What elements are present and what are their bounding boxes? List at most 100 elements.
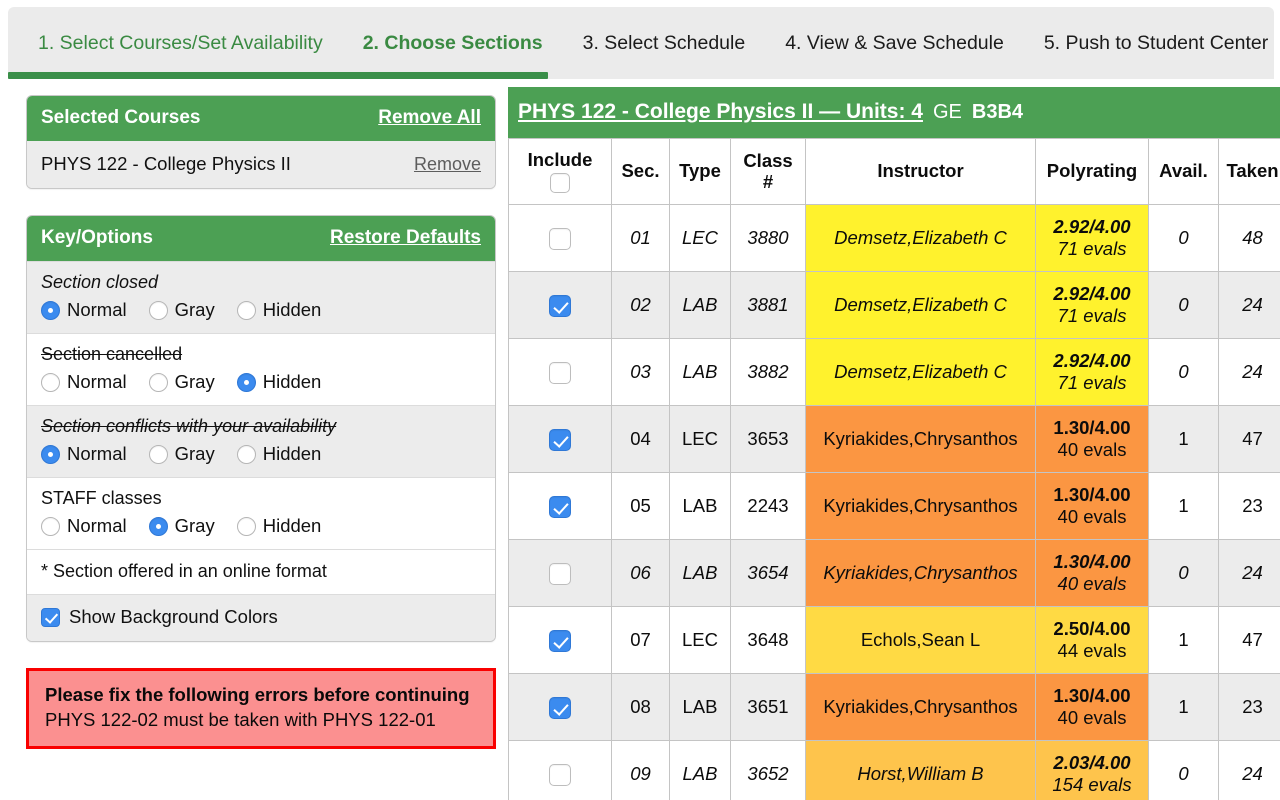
polyrating-score: 1.30/4.00 (1053, 685, 1131, 707)
radio-section-cancelled-normal[interactable]: Normal (41, 371, 127, 393)
polyrating-score: 2.50/4.00 (1053, 618, 1131, 640)
wizard-tab-bar: 1. Select Courses/Set Availability 2. Ch… (8, 7, 1274, 79)
radio-section-closed-normal[interactable]: Normal (41, 299, 127, 321)
cell-include (508, 472, 612, 540)
cell-type: LEC (669, 606, 731, 674)
cell-taken: 24 (1218, 338, 1280, 406)
radio-dot-icon (236, 300, 256, 320)
include-section-checkbox[interactable] (549, 562, 571, 585)
radio-staff-gray[interactable]: Gray (148, 515, 215, 537)
cell-polyrating: 2.92/4.00 71 evals (1035, 271, 1149, 339)
include-section-checkbox[interactable] (549, 227, 571, 250)
cell-avail: 1 (1148, 673, 1219, 741)
radio-dot-icon (41, 372, 60, 392)
radio-group: Normal Gray Hidden (41, 443, 481, 465)
include-section-checkbox[interactable] (549, 696, 571, 719)
column-header-type: Type (669, 138, 731, 205)
cell-avail: 0 (1148, 740, 1219, 800)
course-title-link[interactable]: PHYS 122 - College Physics II — Units: 4 (518, 100, 923, 124)
sections-table: Include Sec. Type Class # Instructor Pol… (508, 138, 1280, 800)
radio-section-conflicts-gray[interactable]: Gray (148, 443, 215, 465)
cell-instructor: Demsetz,Elizabeth C (805, 204, 1036, 272)
tab-select-courses[interactable]: 1. Select Courses/Set Availability (18, 13, 343, 73)
cell-type: LAB (669, 539, 731, 607)
radio-section-conflicts-hidden[interactable]: Hidden (236, 443, 321, 465)
option-group-label: Section closed (41, 272, 159, 292)
key-options-header: Key/Options Restore Defaults (27, 216, 495, 261)
cell-taken: 23 (1218, 673, 1280, 741)
column-header-taken: Taken (1218, 138, 1280, 205)
table-row: 07 LEC 3648 Echols,Sean L 2.50/4.00 44 evals 1… (508, 606, 1280, 674)
cell-taken: 23 (1218, 472, 1280, 540)
radio-dot-icon (41, 516, 60, 536)
include-section-checkbox[interactable] (549, 294, 571, 317)
error-panel: Please fix the following errors before c… (26, 668, 496, 750)
cell-instructor: Kyriakides,Chrysanthos (805, 539, 1036, 607)
table-row: 06 LAB 3654 Kyriakides,Chrysanthos 1.30/4.00… (508, 539, 1280, 607)
show-background-colors-row[interactable]: Show Background Colors (27, 594, 495, 641)
cell-instructor: Kyriakides,Chrysanthos (805, 673, 1036, 741)
polyrating-score: 1.30/4.00 (1053, 551, 1131, 573)
radio-dot-icon (148, 300, 168, 320)
column-header-include-label: Include (527, 148, 593, 170)
course-panel-header: PHYS 122 - College Physics II — Units: 4… (508, 87, 1280, 138)
cell-avail: 0 (1148, 204, 1219, 272)
cell-avail: 1 (1148, 472, 1219, 540)
cell-avail: 1 (1148, 405, 1219, 473)
cell-instructor: Demsetz,Elizabeth C (805, 338, 1036, 406)
sections-table-head: Include Sec. Type Class # Instructor Pol… (508, 138, 1280, 205)
checkbox-icon (41, 607, 60, 627)
radio-group: Normal Gray Hidden (41, 299, 481, 321)
tab-view-save-schedule[interactable]: 4. View & Save Schedule (765, 13, 1024, 73)
option-group-section-conflicts: Section conflicts with your availability… (27, 405, 495, 477)
radio-section-closed-gray[interactable]: Gray (148, 299, 215, 321)
cell-include (508, 606, 612, 674)
cell-avail: 1 (1148, 606, 1219, 674)
error-message: PHYS 122-02 must be taken with PHYS 122-… (45, 709, 436, 731)
tab-push-student-center[interactable]: 5. Push to Student Center (1024, 13, 1280, 73)
include-section-checkbox[interactable] (549, 428, 571, 451)
cell-polyrating: 2.50/4.00 44 evals (1035, 606, 1149, 674)
option-group-label: Section cancelled (41, 344, 183, 364)
polyrating-score: 1.30/4.00 (1053, 484, 1131, 506)
cell-include (508, 405, 612, 473)
sections-table-body: 01 LEC 3880 Demsetz,Elizabeth C 2.92/4.00 71 … (508, 204, 1280, 800)
radio-section-conflicts-normal[interactable]: Normal (41, 443, 127, 465)
cell-sec: 01 (611, 204, 670, 272)
radio-staff-normal[interactable]: Normal (41, 515, 127, 537)
cell-taken: 24 (1218, 740, 1280, 800)
cell-sec: 02 (611, 271, 670, 339)
tab-select-schedule[interactable]: 3. Select Schedule (563, 13, 766, 73)
cell-instructor: Echols,Sean L (805, 606, 1036, 674)
radio-dot-icon (148, 516, 168, 536)
polyrating-evals: 40 evals (1057, 506, 1127, 527)
table-row: 05 LAB 2243 Kyriakides,Chrysanthos 1.30/4.00… (508, 472, 1280, 540)
remove-all-link[interactable]: Remove All (378, 107, 481, 129)
radio-label: Gray (174, 515, 215, 536)
cell-sec: 07 (611, 606, 670, 674)
radio-staff-hidden[interactable]: Hidden (236, 515, 321, 537)
include-section-checkbox[interactable] (549, 495, 571, 518)
selected-course-item: PHYS 122 - College Physics II Remove (27, 141, 495, 188)
tab-choose-sections[interactable]: 2. Choose Sections (343, 13, 563, 73)
class-num-line2: # (762, 170, 774, 192)
radio-section-cancelled-hidden[interactable]: Hidden (236, 371, 321, 393)
cell-polyrating: 1.30/4.00 40 evals (1035, 539, 1149, 607)
radio-section-cancelled-gray[interactable]: Gray (148, 371, 215, 393)
include-section-checkbox[interactable] (549, 629, 571, 652)
restore-defaults-link[interactable]: Restore Defaults (330, 227, 481, 249)
table-row: 04 LEC 3653 Kyriakides,Chrysanthos 1.30/4.00… (508, 405, 1280, 473)
include-section-checkbox[interactable] (549, 361, 571, 384)
select-all-checkbox[interactable] (550, 173, 570, 194)
option-group-label: STAFF classes (41, 488, 162, 508)
polyrating-evals: 40 evals (1057, 573, 1127, 594)
polyrating-evals: 71 evals (1057, 372, 1127, 393)
radio-label: Normal (67, 371, 127, 392)
polyrating-evals: 154 evals (1052, 774, 1132, 795)
include-section-checkbox[interactable] (549, 763, 571, 786)
remove-course-link[interactable]: Remove (414, 154, 481, 175)
radio-section-closed-hidden[interactable]: Hidden (236, 299, 321, 321)
column-header-avail: Avail. (1148, 138, 1219, 205)
cell-instructor: Demsetz,Elizabeth C (805, 271, 1036, 339)
column-header-instructor: Instructor (805, 138, 1036, 205)
